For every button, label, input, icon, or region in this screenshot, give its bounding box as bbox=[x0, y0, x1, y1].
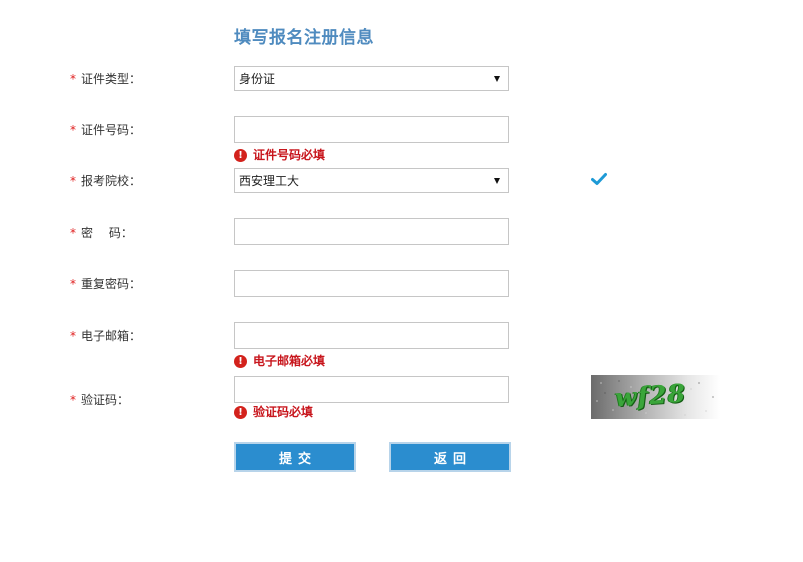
required-mark: * bbox=[70, 123, 76, 137]
password-label-text: 密 码： bbox=[81, 226, 133, 240]
email-label: * 电子邮箱： bbox=[70, 328, 141, 344]
captcha-text: wf28 bbox=[614, 378, 688, 413]
exclamation-circle-icon: ! bbox=[234, 354, 247, 368]
school-value: 西安理工大 bbox=[239, 174, 300, 188]
submit-button[interactable]: 提交 bbox=[234, 442, 356, 472]
required-mark: * bbox=[70, 277, 76, 291]
email-error: ! 电子邮箱必填 bbox=[234, 354, 325, 368]
exclamation-circle-icon: ! bbox=[234, 148, 247, 162]
password-input[interactable] bbox=[234, 218, 509, 245]
captcha-input[interactable] bbox=[234, 376, 509, 403]
id-type-label: * 证件类型： bbox=[70, 71, 141, 87]
page-title: 填写报名注册信息 bbox=[234, 28, 374, 48]
id-number-error-text: 证件号码必填 bbox=[253, 148, 326, 162]
triangle-down-icon bbox=[494, 75, 500, 82]
email-label-text: 电子邮箱： bbox=[81, 329, 142, 343]
required-mark: * bbox=[70, 174, 76, 188]
exclamation-circle-icon: ! bbox=[234, 405, 247, 419]
captcha-label-text: 验证码： bbox=[81, 393, 130, 407]
confirm-password-label: * 重复密码： bbox=[70, 276, 141, 292]
captcha-label: * 验证码： bbox=[70, 392, 129, 408]
id-type-value: 身份证 bbox=[239, 72, 276, 86]
required-mark: * bbox=[70, 72, 76, 86]
required-mark: * bbox=[70, 226, 76, 240]
confirm-password-label-text: 重复密码： bbox=[81, 277, 142, 291]
captcha-image[interactable]: wf28 bbox=[591, 375, 720, 419]
required-mark: * bbox=[70, 329, 76, 343]
required-mark: * bbox=[70, 393, 76, 407]
triangle-down-icon bbox=[494, 177, 500, 184]
back-button[interactable]: 返回 bbox=[389, 442, 511, 472]
email-error-text: 电子邮箱必填 bbox=[253, 354, 326, 368]
id-number-label-text: 证件号码： bbox=[81, 123, 142, 137]
password-label: * 密 码： bbox=[70, 225, 133, 241]
email-input[interactable] bbox=[234, 322, 509, 349]
school-label-text: 报考院校： bbox=[81, 174, 142, 188]
school-label: * 报考院校： bbox=[70, 173, 141, 189]
captcha-error-text: 验证码必填 bbox=[253, 405, 314, 419]
confirm-password-input[interactable] bbox=[234, 270, 509, 297]
captcha-error: ! 验证码必填 bbox=[234, 405, 313, 419]
id-number-input[interactable] bbox=[234, 116, 509, 143]
id-number-label: * 证件号码： bbox=[70, 122, 141, 138]
id-number-error: ! 证件号码必填 bbox=[234, 148, 325, 162]
id-type-label-text: 证件类型： bbox=[81, 72, 142, 86]
checkmark-icon bbox=[591, 173, 607, 185]
id-type-select[interactable]: 身份证 bbox=[234, 66, 509, 91]
school-select[interactable]: 西安理工大 bbox=[234, 168, 509, 193]
registration-page: 填写报名注册信息 * 证件类型： 身份证 * 证件号码： ! 证件号码必填 * 报考院… bbox=[0, 0, 803, 562]
